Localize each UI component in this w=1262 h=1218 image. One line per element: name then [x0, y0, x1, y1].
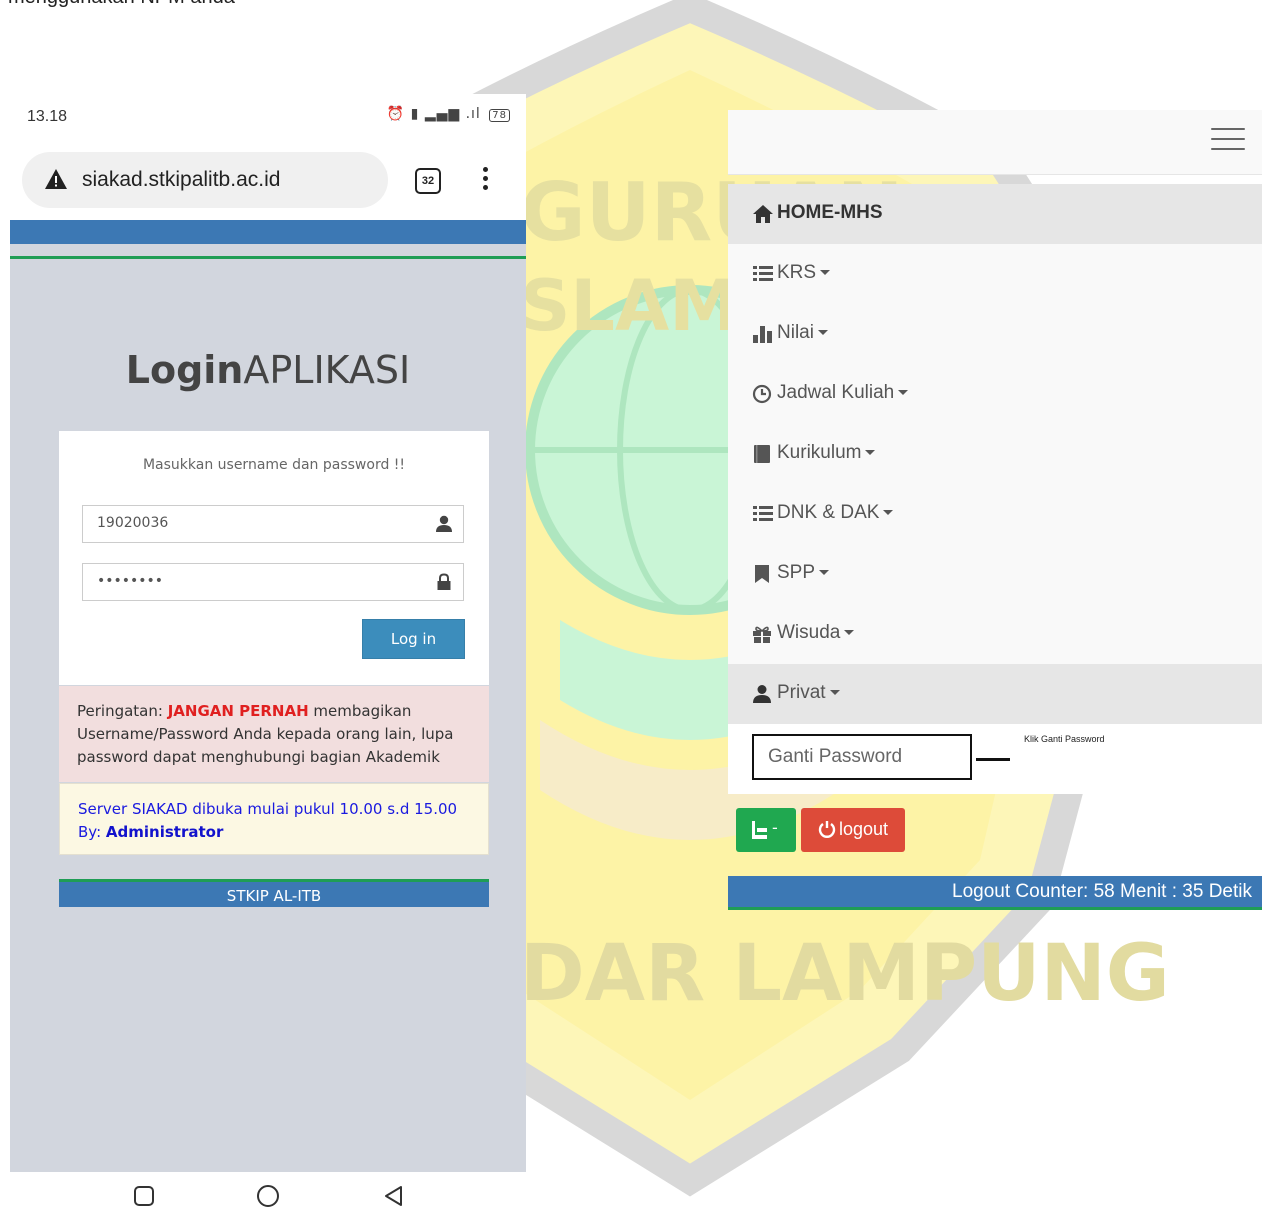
battery-icon: 78 [489, 109, 510, 122]
footer-bar: STKIP AL-ITB [59, 879, 489, 907]
callout-line [976, 758, 1010, 761]
login-form: Masukkan username dan password !! Log in [59, 431, 489, 685]
caret-down-icon [844, 630, 855, 636]
menu-item-dnk-dak[interactable]: DNK & DAK [728, 484, 1262, 544]
ganti-password-item[interactable]: Ganti Password [752, 734, 972, 780]
caret-down-icon [817, 330, 828, 336]
header-bar [10, 220, 526, 244]
profile-button[interactable]: - [736, 808, 796, 852]
recent-apps-icon[interactable] [132, 1184, 156, 1208]
warning-icon [45, 169, 67, 189]
list-icon [753, 506, 773, 521]
password-field[interactable] [82, 563, 464, 601]
menu-label: Privat [777, 682, 840, 704]
logout-counter: Logout Counter: 58 Menit : 35 Detik [728, 876, 1262, 910]
back-icon[interactable] [382, 1184, 406, 1208]
header-divider [10, 256, 526, 259]
menu-panel-screenshot: HOME-MHS KRS Nilai Jadwal Kuliah Kurikul… [728, 110, 1262, 910]
menu-label: Jadwal Kuliah [777, 382, 909, 404]
ganti-password-label: Ganti Password [768, 746, 903, 767]
menu-item-kurikulum[interactable]: Kurikulum [728, 424, 1262, 484]
user-icon [753, 685, 771, 703]
clock-icon [752, 384, 772, 404]
caret-down-icon [883, 510, 894, 516]
status-icons: ⏰ ▮ ▂▄▆ .ıl 78 [387, 106, 510, 122]
server-info-alert: Server SIAKAD dibuka mulai pukul 10.00 s… [59, 783, 489, 855]
server-by: By: Administrator [78, 823, 224, 841]
document-caption: menggunakan NPM anda [8, 0, 235, 9]
menu-label: SPP [777, 562, 830, 584]
lock-icon [437, 573, 451, 590]
menu-item-privat[interactable]: Privat [728, 664, 1262, 724]
status-time: 13.18 [27, 108, 68, 125]
svg-text:DAR LAMPUNG: DAR LAMPUNG [520, 929, 1170, 1019]
hamburger-menu-icon[interactable] [1211, 128, 1245, 152]
password-input[interactable] [83, 564, 417, 598]
warning-emphasis: JANGAN PERNAH [167, 702, 309, 720]
menu-item-home-mhs[interactable]: HOME-MHS [728, 184, 1262, 244]
gift-icon [753, 626, 771, 643]
caret-down-icon [820, 270, 831, 276]
title-light: APLIKASI [243, 348, 411, 392]
privat-submenu: Ganti Password Klik Ganti Password [728, 724, 1262, 794]
caret-down-icon [865, 450, 876, 456]
menu-item-nilai[interactable]: Nilai [728, 304, 1262, 364]
home-icon [753, 205, 773, 223]
menu-label: HOME-MHS [777, 202, 883, 223]
url-bar[interactable]: siakad.stkipalitb.ac.id [22, 152, 388, 208]
vibrate-icon: ▮ [410, 106, 420, 122]
menu-label: KRS [777, 262, 831, 284]
login-message: Masukkan username dan password !! [142, 457, 406, 473]
menu-item-wisuda[interactable]: Wisuda [728, 604, 1262, 664]
caret-down-icon [829, 690, 840, 696]
bookmark-icon [755, 565, 769, 583]
menu-label: Wisuda [777, 622, 855, 644]
warning-prefix: Peringatan: [77, 702, 168, 720]
title-bold: Login [125, 348, 244, 392]
menu-label: Nilai [777, 322, 828, 344]
menu-item-spp[interactable]: SPP [728, 544, 1262, 604]
signal-icon: ▂▄▆ [424, 106, 461, 122]
menu-item-jadwal-kuliah[interactable]: Jadwal Kuliah [728, 364, 1262, 424]
server-hours: Server SIAKAD dibuka mulai pukul 10.00 s… [78, 800, 458, 818]
caret-down-icon [819, 570, 830, 576]
warning-alert: Peringatan: JANGAN PERNAH membagikan Use… [59, 686, 489, 782]
url-text[interactable]: siakad.stkipalitb.ac.id [82, 168, 280, 192]
user-icon [436, 515, 452, 532]
power-icon [818, 821, 836, 838]
profile-button-label: - [772, 818, 778, 837]
sidebar-menu: HOME-MHS KRS Nilai Jadwal Kuliah Kurikul… [728, 184, 1262, 794]
page-title: LoginAPLIKASI [10, 348, 526, 392]
menu-label: Kurikulum [777, 442, 876, 464]
phone-screenshot: 13.18 ⏰ ▮ ▂▄▆ .ıl 78 siakad.stkipalitb.a… [10, 94, 526, 1218]
svg-text:SLAM: SLAM [520, 265, 739, 347]
more-menu-icon[interactable] [475, 164, 495, 194]
server-admin: Administrator [105, 823, 224, 841]
username-input[interactable] [83, 506, 417, 540]
id-card-icon [752, 821, 767, 839]
tab-switcher-button[interactable]: 32 [415, 168, 441, 194]
status-bar: 13.18 ⏰ ▮ ▂▄▆ .ıl 78 [10, 94, 526, 142]
panel-topbar [728, 110, 1262, 175]
username-field[interactable] [82, 505, 464, 543]
signal-icon-2: .ıl [465, 106, 481, 122]
caret-down-icon [898, 390, 909, 396]
login-page: LoginAPLIKASI Masukkan username dan pass… [10, 220, 526, 1172]
alarm-icon: ⏰ [386, 106, 406, 122]
bar-chart-icon [753, 326, 772, 343]
menu-item-krs[interactable]: KRS [728, 244, 1262, 304]
logout-button[interactable]: logout [801, 808, 905, 852]
menu-label: DNK & DAK [777, 502, 894, 524]
callout-annotation: Klik Ganti Password [1024, 734, 1105, 744]
book-icon [754, 445, 770, 463]
list-icon [753, 266, 773, 281]
login-button[interactable]: Log in [362, 619, 465, 659]
home-circle-icon[interactable] [256, 1184, 280, 1208]
android-nav-bar [10, 1172, 526, 1218]
logout-label: logout [839, 819, 889, 839]
